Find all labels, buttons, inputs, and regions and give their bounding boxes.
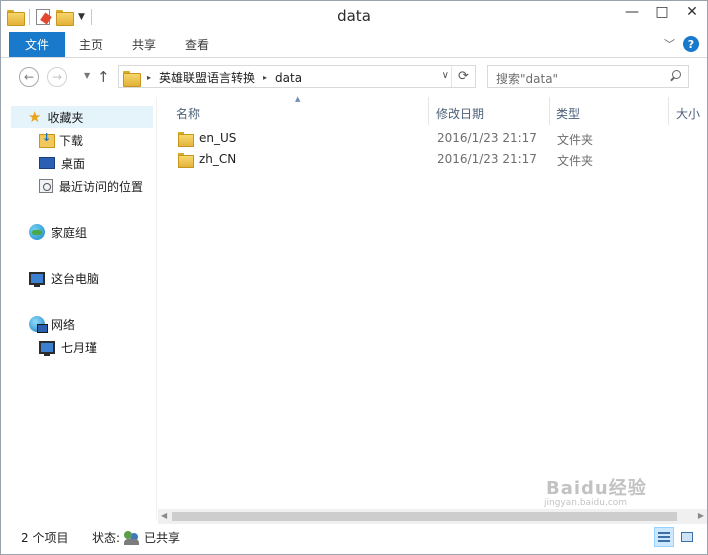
status-bar: 2 个项目 状态: 已共享	[1, 524, 707, 554]
address-bar[interactable]: ▸ 英雄联盟语言转换 ▸ data ∨ ⟳	[118, 65, 476, 88]
table-row[interactable]: zh_CN 2016/1/23 21:17 文件夹	[168, 149, 698, 170]
refresh-icon[interactable]: ⟳	[451, 66, 475, 87]
file-name-cell: en_US	[178, 131, 237, 147]
folder-icon	[178, 131, 194, 147]
column-header-name[interactable]: 名称	[176, 101, 200, 125]
tab-view[interactable]: 查看	[185, 32, 209, 57]
file-type: 文件夹	[557, 133, 594, 147]
maximize-button[interactable]: □	[647, 1, 677, 23]
folder-icon	[178, 152, 194, 168]
column-header-date[interactable]: 修改日期	[436, 101, 484, 125]
file-name-cell: zh_CN	[178, 152, 237, 168]
back-arrow-icon: ←	[23, 70, 35, 84]
computer-icon	[39, 340, 55, 356]
table-row[interactable]: en_US 2016/1/23 21:17 文件夹	[168, 128, 698, 149]
address-history-dropdown-icon[interactable]: ∨	[442, 70, 449, 81]
search-icon[interactable]	[669, 70, 681, 82]
details-view-icon	[658, 532, 670, 542]
nav-item-label: 桌面	[61, 156, 86, 171]
window-controls: — □ ✕	[617, 1, 707, 23]
column-divider[interactable]	[549, 97, 550, 125]
nav-item-recent-places[interactable]: 最近访问的位置	[39, 175, 143, 197]
close-button[interactable]: ✕	[677, 1, 707, 23]
minimize-button[interactable]: —	[617, 1, 647, 23]
scroll-left-icon[interactable]: ◀	[161, 511, 167, 520]
share-status-label: 状态:	[92, 531, 121, 545]
breadcrumb-separator[interactable]: ▸	[263, 73, 267, 82]
watermark-url: jingyan.baidu.com	[544, 498, 628, 508]
nav-item-label: 网络	[51, 317, 76, 332]
breadcrumb-separator[interactable]: ▸	[147, 73, 151, 82]
file-name: en_US	[199, 131, 237, 145]
forward-button[interactable]: →	[47, 67, 67, 87]
file-list: ▲ 名称 修改日期 类型 大小 en_US 2016/1/23 21:17 文件…	[158, 95, 707, 509]
homegroup-icon	[29, 224, 45, 240]
ribbon-tabs: 文件 主页 共享 查看 ﹀ ?	[1, 32, 707, 58]
file-type: 文件夹	[557, 154, 594, 168]
star-icon: ★	[28, 107, 42, 126]
nav-item-label: 这台电脑	[51, 271, 100, 286]
breadcrumb-item-current[interactable]: data	[275, 71, 302, 85]
search-input[interactable]: 搜索"data"	[496, 70, 558, 87]
explorer-window: ▼ data — □ ✕ 文件 主页 共享 查看 ﹀ ? ← → ▼ ↑ ▸ 英…	[0, 0, 708, 555]
sort-ascending-icon: ▲	[295, 95, 301, 103]
nav-item-this-pc[interactable]: 这台电脑	[29, 267, 99, 289]
share-status-value: 已共享	[144, 531, 181, 545]
nav-item-homegroup[interactable]: 家庭组	[29, 221, 87, 243]
tab-home[interactable]: 主页	[79, 32, 103, 57]
tab-share[interactable]: 共享	[132, 32, 156, 57]
folder-icon	[123, 70, 141, 87]
large-icons-view-icon	[681, 532, 693, 542]
nav-item-network[interactable]: 网络	[29, 313, 75, 335]
back-button[interactable]: ←	[19, 67, 39, 87]
nav-item-label: 下载	[59, 133, 84, 148]
computer-icon	[29, 271, 45, 287]
nav-item-desktop[interactable]: 桌面	[39, 152, 85, 174]
nav-item-label: 家庭组	[51, 225, 88, 240]
column-divider[interactable]	[428, 97, 429, 125]
address-row: ← → ▼ ↑ ▸ 英雄联盟语言转换 ▸ data ∨ ⟳ 搜索"data"	[1, 59, 707, 95]
ribbon-controls: ﹀ ?	[664, 36, 699, 52]
window-title: data	[337, 7, 371, 25]
nav-item-downloads[interactable]: 下载	[39, 129, 83, 151]
nav-item-favorites[interactable]: ★ 收藏夹	[11, 106, 153, 128]
recent-locations-icon[interactable]: ▼	[84, 71, 90, 80]
file-name: zh_CN	[199, 152, 237, 166]
search-box[interactable]: 搜索"data"	[487, 65, 689, 88]
share-status: 状态: 已共享	[92, 529, 180, 546]
nav-item-label: 收藏夹	[47, 110, 84, 125]
item-count: 2 个项目	[21, 531, 69, 545]
navigation-pane: ★ 收藏夹 下载 桌面 最近访问的位置 家庭组 这台电脑 网络 七	[1, 97, 157, 521]
downloads-icon	[39, 131, 55, 148]
scroll-right-icon[interactable]: ▶	[698, 511, 704, 520]
shared-users-icon	[124, 530, 140, 545]
recent-places-icon	[39, 179, 53, 193]
up-arrow-icon[interactable]: ↑	[97, 68, 110, 86]
title-bar: ▼ data — □ ✕	[1, 1, 707, 32]
column-header-size[interactable]: 大小	[676, 101, 700, 125]
nav-item-network-computer[interactable]: 七月瑾	[39, 336, 97, 358]
scrollbar-thumb[interactable]	[172, 512, 677, 521]
forward-arrow-icon: →	[51, 70, 63, 84]
details-view-button[interactable]	[654, 527, 674, 547]
desktop-icon	[39, 157, 55, 169]
nav-item-label: 最近访问的位置	[59, 179, 144, 194]
chevron-down-icon[interactable]: ﹀	[664, 36, 675, 52]
help-icon[interactable]: ?	[683, 36, 699, 52]
file-date: 2016/1/23 21:17	[437, 152, 537, 166]
file-date: 2016/1/23 21:17	[437, 131, 537, 145]
column-header-type[interactable]: 类型	[556, 101, 580, 125]
watermark-logo: Baidu经验	[546, 478, 647, 499]
column-divider[interactable]	[668, 97, 669, 125]
large-icons-view-button[interactable]	[677, 527, 697, 547]
breadcrumb-item[interactable]: 英雄联盟语言转换	[159, 69, 255, 86]
tab-file[interactable]: 文件	[9, 32, 65, 57]
breadcrumb: ▸ 英雄联盟语言转换 ▸ data	[123, 69, 302, 87]
nav-item-label: 七月瑾	[61, 340, 98, 355]
horizontal-scrollbar[interactable]: ◀ ▶	[158, 509, 707, 524]
network-icon	[29, 316, 48, 333]
